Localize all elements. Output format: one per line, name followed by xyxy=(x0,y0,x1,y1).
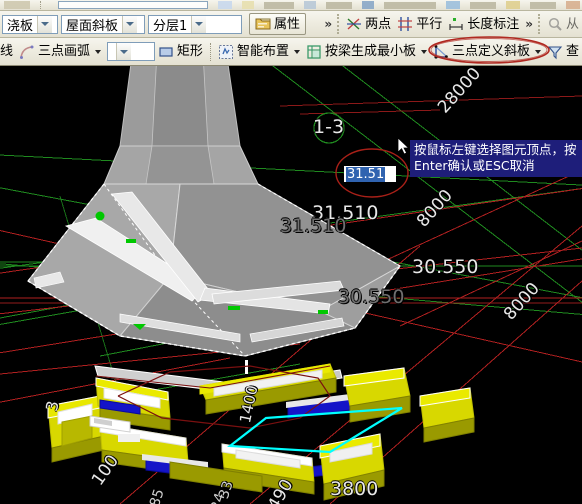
arc-option-combo-value xyxy=(108,43,116,60)
chevron-down-icon[interactable] xyxy=(37,15,53,33)
arc-icon xyxy=(19,44,35,60)
toolbar-row-2[interactable]: 线 三点画弧 矩形 智能布置 按梁生成最小板 三点定义斜板 查 xyxy=(0,38,582,66)
chevron-down-icon[interactable] xyxy=(420,49,427,54)
three-point-slope-label: 三点定义斜板 xyxy=(451,44,530,59)
mouse-cursor xyxy=(398,138,410,155)
toolbar-grip[interactable] xyxy=(337,14,341,34)
two-point-label: 两点 xyxy=(365,16,392,32)
toolbar-grip-2[interactable] xyxy=(537,14,542,34)
properties-icon xyxy=(255,16,271,32)
chevron-down-icon[interactable] xyxy=(95,49,102,54)
two-point-button[interactable]: 两点 xyxy=(343,13,394,35)
inline-value-input[interactable]: 31.51 xyxy=(344,166,396,182)
chevron-down-icon[interactable] xyxy=(293,49,300,54)
rectangle-label: 矩形 xyxy=(176,44,203,59)
dimension-label: 31.510 xyxy=(280,215,347,237)
properties-button-label: 属性 xyxy=(274,16,301,32)
parallel-button[interactable]: 平行 xyxy=(394,13,445,35)
two-point-icon xyxy=(346,16,362,32)
parallel-icon xyxy=(397,16,413,32)
measure-label: 从 xyxy=(565,16,579,32)
selected-slab-highlight[interactable] xyxy=(0,66,582,504)
chevron-down-icon[interactable] xyxy=(122,15,138,33)
check-icon xyxy=(547,44,563,60)
three-point-slope-button[interactable]: 三点定义斜板 xyxy=(430,41,544,63)
layer-combo-value: 分层1 xyxy=(153,18,188,33)
check-label: 查 xyxy=(565,44,579,59)
chevron-down-icon[interactable] xyxy=(191,15,207,33)
smart-layout-label: 智能布置 xyxy=(236,44,289,59)
dimension-label: 30.550 xyxy=(338,286,405,308)
slope-icon xyxy=(433,44,449,60)
application-window: 浇板 屋面斜板 分层1 属性 » 两点 平行 长度标注 » 从 线 三点画弧 矩… xyxy=(0,0,582,504)
command-tooltip: 按鼠标左键选择图元顶点，按 Enter确认或ESC取消 xyxy=(410,140,582,177)
dimension-label: 3800 xyxy=(330,478,379,500)
chevron-down-icon[interactable] xyxy=(534,49,541,54)
toolbar-overflow-left[interactable]: » xyxy=(321,18,335,30)
beam-min-slab-label: 按梁生成最小板 xyxy=(324,44,416,59)
smart-layout-icon xyxy=(218,44,234,60)
check-button[interactable]: 查 xyxy=(544,41,582,63)
measure-button[interactable]: 从 xyxy=(544,13,582,35)
smart-layout-button[interactable]: 智能布置 xyxy=(215,41,303,63)
rectangle-icon xyxy=(158,44,174,60)
chevron-down-icon[interactable] xyxy=(116,43,132,60)
length-dimension-icon xyxy=(448,16,464,32)
toolbar-separator-1 xyxy=(209,42,211,61)
three-point-arc-button[interactable]: 三点画弧 xyxy=(16,41,104,63)
three-point-arc-label: 三点画弧 xyxy=(38,44,91,59)
slab-type-combo[interactable]: 屋面斜板 xyxy=(61,14,145,34)
length-dimension-button[interactable]: 长度标注 xyxy=(445,13,522,35)
axis-bubble-label: 1-3 xyxy=(313,116,345,138)
dimension-label: 30.550 xyxy=(412,256,479,278)
rectangle-button[interactable]: 矩形 xyxy=(155,41,206,63)
toolbar-row-1[interactable]: 浇板 屋面斜板 分层1 属性 » 两点 平行 长度标注 » 从 xyxy=(0,11,582,38)
properties-button[interactable]: 属性 xyxy=(249,13,307,35)
line-button[interactable]: 线 xyxy=(0,41,16,63)
beam-slab-icon xyxy=(306,44,322,60)
beam-min-slab-button[interactable]: 按梁生成最小板 xyxy=(303,41,430,63)
toolbar-top-cropped[interactable] xyxy=(0,0,582,11)
arc-option-combo[interactable] xyxy=(107,42,155,61)
parallel-label: 平行 xyxy=(416,16,443,32)
magnifier-icon xyxy=(547,16,563,32)
layer-combo[interactable]: 分层1 xyxy=(148,14,242,34)
element-type-combo-value: 浇板 xyxy=(7,18,34,33)
inline-value-input-text: 31.51 xyxy=(346,166,386,182)
model-viewport[interactable]: 28000 31.510 31.510 8000 30.550 30.550 8000 140… xyxy=(0,66,582,504)
element-type-combo[interactable]: 浇板 xyxy=(2,14,58,34)
line-label: 线 xyxy=(0,44,14,59)
length-dimension-label: 长度标注 xyxy=(467,16,520,32)
toolbar-overflow-right[interactable]: » xyxy=(522,18,536,30)
slab-type-combo-value: 屋面斜板 xyxy=(66,18,119,33)
